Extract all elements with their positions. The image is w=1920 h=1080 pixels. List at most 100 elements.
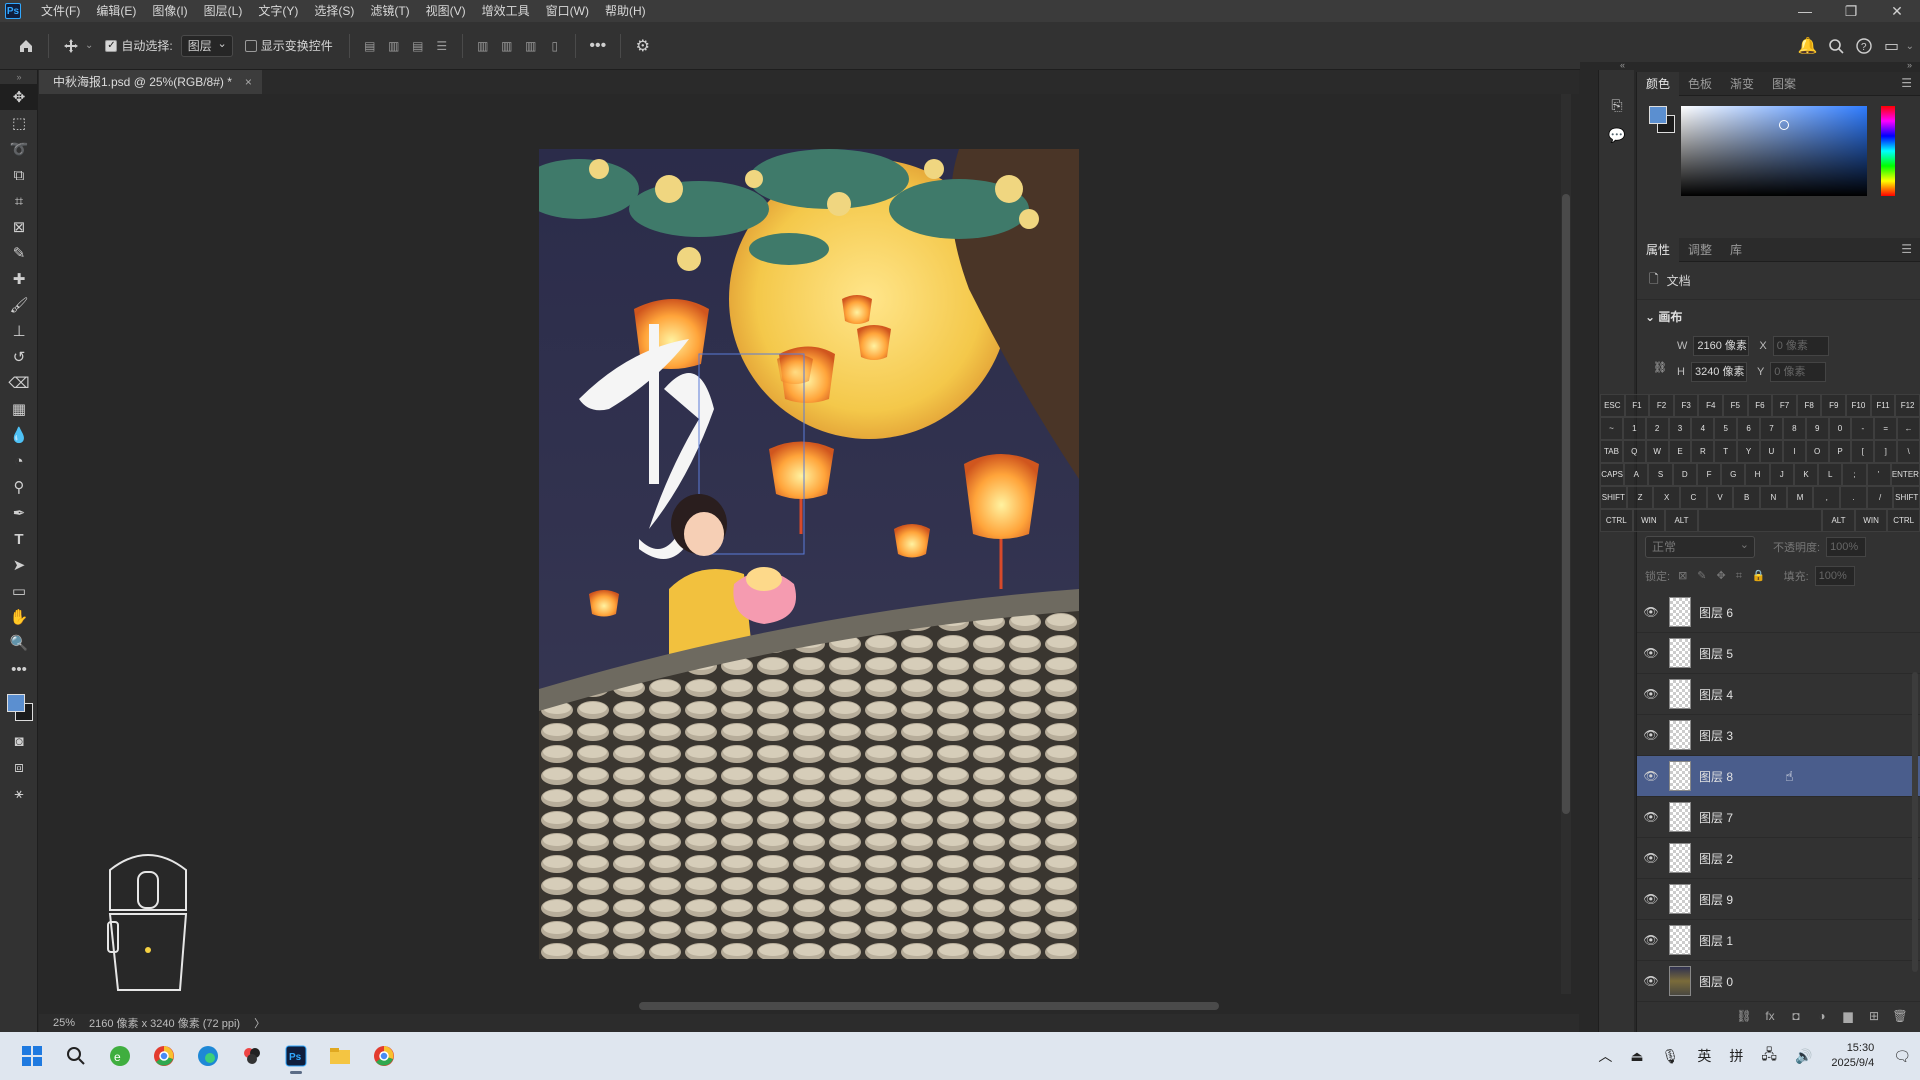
eye-icon[interactable]: 👁 <box>1637 646 1665 660</box>
keyboard-key[interactable]: L <box>1818 463 1843 486</box>
align-left-icon[interactable]: ▤ <box>358 34 382 58</box>
keyboard-key[interactable]: SHIFT <box>1893 486 1920 509</box>
keyboard-key[interactable]: E <box>1668 440 1692 463</box>
volume-icon[interactable]: 🔊 <box>1795 1048 1812 1065</box>
keyboard-key[interactable]: 2 <box>1645 417 1669 440</box>
search-icon[interactable] <box>1822 32 1850 60</box>
object-select-tool-icon[interactable]: ⧉ <box>0 162 38 188</box>
keyboard-key[interactable]: 6 <box>1737 417 1761 440</box>
keyboard-key[interactable]: R <box>1691 440 1715 463</box>
zoom-tool-icon[interactable]: 🔍 <box>0 630 38 656</box>
close-button[interactable]: ✕ <box>1874 0 1920 22</box>
keyboard-key[interactable]: ALT <box>1822 509 1855 532</box>
notification-icon[interactable]: 🗨 <box>1893 1048 1911 1065</box>
keyboard-key[interactable]: [ <box>1851 440 1875 463</box>
keyboard-key[interactable]: CTRL <box>1887 509 1920 532</box>
keyboard-key[interactable]: F2 <box>1649 394 1674 417</box>
foreground-color-swatch[interactable] <box>7 694 25 712</box>
keyboard-key[interactable]: 7 <box>1760 417 1783 440</box>
eye-icon[interactable]: 👁 <box>1637 810 1665 824</box>
clone-stamp-tool-icon[interactable]: ⊥ <box>0 318 38 344</box>
align-right-icon[interactable]: ▤ <box>406 34 430 58</box>
opacity-field[interactable]: 100% <box>1826 537 1867 557</box>
keyboard-key[interactable]: ] <box>1874 440 1898 463</box>
keyboard-key[interactable]: X <box>1653 486 1681 509</box>
chrome-icon[interactable] <box>144 1036 184 1076</box>
tab-gradients[interactable]: 渐变 <box>1721 72 1763 96</box>
keyboard-key[interactable]: WIN <box>1632 509 1666 532</box>
keyboard-key[interactable]: F10 <box>1846 394 1871 417</box>
keyboard-key[interactable]: F9 <box>1821 394 1847 417</box>
menu-file[interactable]: 文件(F) <box>33 0 88 22</box>
keyboard-key[interactable]: I <box>1782 440 1806 463</box>
layer-row[interactable]: 👁 图层 5 <box>1637 633 1920 674</box>
vertical-scrollbar[interactable] <box>1561 94 1571 994</box>
frame-tool-icon[interactable]: ⊠ <box>0 214 38 240</box>
canvas-section-header[interactable]: ⌄ 画布 <box>1637 300 1920 333</box>
keyboard-key[interactable]: F8 <box>1796 394 1822 417</box>
show-transform-checkbox[interactable] <box>244 39 257 52</box>
keyboard-key[interactable]: K <box>1793 463 1819 486</box>
keyboard-key[interactable]: ENTER <box>1890 463 1920 486</box>
keyboard-key[interactable]: J <box>1769 463 1794 486</box>
keyboard-key[interactable]: O <box>1805 440 1829 463</box>
zoom-level[interactable]: 25% <box>53 1017 75 1029</box>
chevron-down-icon[interactable]: ⌄ <box>1906 41 1914 52</box>
file-explorer-icon[interactable] <box>320 1036 360 1076</box>
brush-tool-icon[interactable]: 🖌 <box>0 292 38 318</box>
keyboard-key[interactable]: F11 <box>1870 394 1896 417</box>
keyboard-key[interactable]: 8 <box>1782 417 1806 440</box>
collapse-panels-icon[interactable]: « <box>1620 60 1625 70</box>
keyboard-key[interactable]: ESC <box>1600 394 1625 417</box>
layer-row[interactable]: 👁 图层 2 <box>1637 838 1920 879</box>
eye-icon[interactable]: 👁 <box>1637 605 1665 619</box>
chrome-alt-icon[interactable] <box>364 1036 404 1076</box>
menu-type[interactable]: 文字(Y) <box>250 0 306 22</box>
keyboard-key[interactable]: F3 <box>1673 394 1699 417</box>
screen-mode-icon[interactable]: ⧈ <box>0 754 38 780</box>
photoshop-taskbar-icon[interactable]: Ps <box>276 1036 316 1076</box>
keyboard-key[interactable]: ' <box>1866 463 1891 486</box>
usb-icon[interactable]: ⏏ <box>1630 1048 1643 1065</box>
keyboard-key[interactable]: G <box>1721 463 1746 486</box>
more-tools-icon[interactable]: ••• <box>0 656 38 682</box>
edit-toolbar-icon[interactable]: ⚹ <box>0 780 38 806</box>
more-options-icon[interactable]: ••• <box>584 32 612 60</box>
keyboard-key[interactable]: ← <box>1897 417 1920 440</box>
panel-menu-icon[interactable]: ☰ <box>1901 242 1912 256</box>
network-icon[interactable]: 🖧 <box>1761 1044 1777 1068</box>
blend-mode-dropdown[interactable]: 正常 <box>1645 535 1755 558</box>
healing-brush-tool-icon[interactable]: ✚ <box>0 266 38 292</box>
pen-tool-icon[interactable]: ✒ <box>0 500 38 526</box>
tab-libraries[interactable]: 库 <box>1721 238 1751 262</box>
keyboard-key[interactable]: , <box>1813 486 1841 509</box>
document-canvas[interactable] <box>539 149 1079 959</box>
hand-tool-icon[interactable]: ✋ <box>0 604 38 630</box>
close-tab-icon[interactable]: × <box>245 70 252 94</box>
bell-icon[interactable]: 🔔 <box>1794 32 1822 60</box>
microphone-icon[interactable]: 🎙 <box>1662 1048 1680 1065</box>
keyboard-key[interactable]: 0 <box>1828 417 1852 440</box>
menu-plugins[interactable]: 增效工具 <box>474 0 538 22</box>
keyboard-key[interactable]: ALT <box>1665 509 1698 532</box>
minimize-button[interactable]: — <box>1782 0 1828 22</box>
expand-panels-icon[interactable]: » <box>1907 60 1912 70</box>
y-field[interactable]: 0 像素 <box>1770 362 1827 382</box>
davinci-icon[interactable] <box>232 1036 272 1076</box>
hue-slider[interactable] <box>1881 106 1895 196</box>
keyboard-key[interactable]: Q <box>1622 440 1646 463</box>
menu-edit[interactable]: 编辑(E) <box>88 0 144 22</box>
keyboard-key[interactable]: F1 <box>1624 394 1650 417</box>
keyboard-key[interactable]: B <box>1733 486 1761 509</box>
keyboard-key[interactable]: F4 <box>1698 394 1724 417</box>
eye-icon[interactable]: 👁 <box>1637 687 1665 701</box>
keyboard-key[interactable]: 3 <box>1668 417 1692 440</box>
keyboard-key[interactable]: F12 <box>1895 394 1920 417</box>
keyboard-key[interactable]: F5 <box>1723 394 1748 417</box>
keyboard-key[interactable]: / <box>1866 486 1894 509</box>
restore-button[interactable]: ❐ <box>1828 0 1874 22</box>
windows-start-icon[interactable] <box>12 1036 52 1076</box>
keyboard-key[interactable]: P <box>1828 440 1852 463</box>
auto-select-target-dropdown[interactable]: 图层 <box>180 34 233 57</box>
gear-icon[interactable]: ⚙ <box>629 32 657 60</box>
